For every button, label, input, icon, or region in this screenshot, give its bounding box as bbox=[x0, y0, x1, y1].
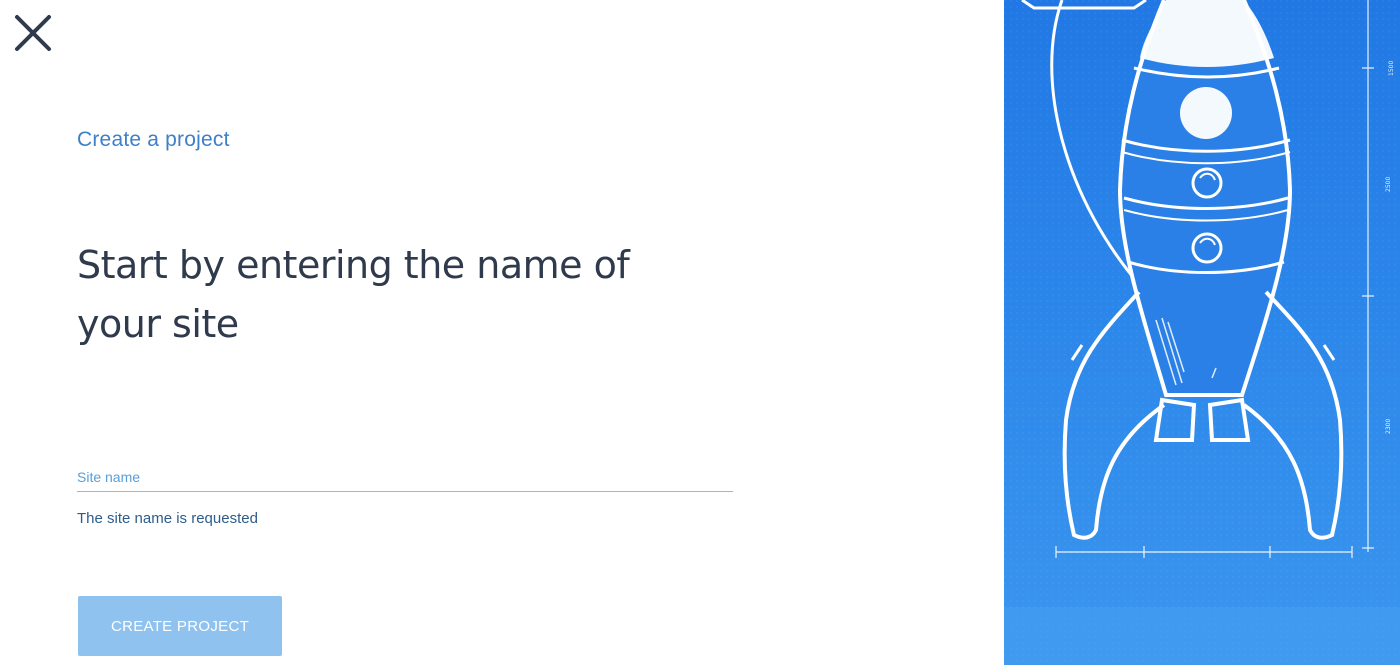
form-panel: Create a project Start by entering the n… bbox=[0, 0, 1004, 665]
site-name-helper-text: The site name is requested bbox=[77, 510, 258, 527]
close-button[interactable] bbox=[12, 12, 54, 54]
page-title: Start by entering the name of your site bbox=[77, 243, 630, 346]
dimension-label: 1500 bbox=[1388, 61, 1395, 76]
close-icon bbox=[15, 15, 51, 51]
create-project-button[interactable]: CREATE PROJECT bbox=[78, 596, 282, 656]
rocket-illustration-panel: 1500 2500 2300 bbox=[1004, 0, 1400, 665]
dimension-label: 2300 bbox=[1385, 419, 1392, 434]
page-eyebrow: Create a project bbox=[77, 128, 230, 151]
site-name-input[interactable] bbox=[77, 460, 733, 490]
rocket-blueprint-illustration: 1500 2500 2300 bbox=[1004, 0, 1400, 665]
dimension-label: 2500 bbox=[1385, 177, 1392, 192]
site-name-field bbox=[77, 460, 733, 492]
